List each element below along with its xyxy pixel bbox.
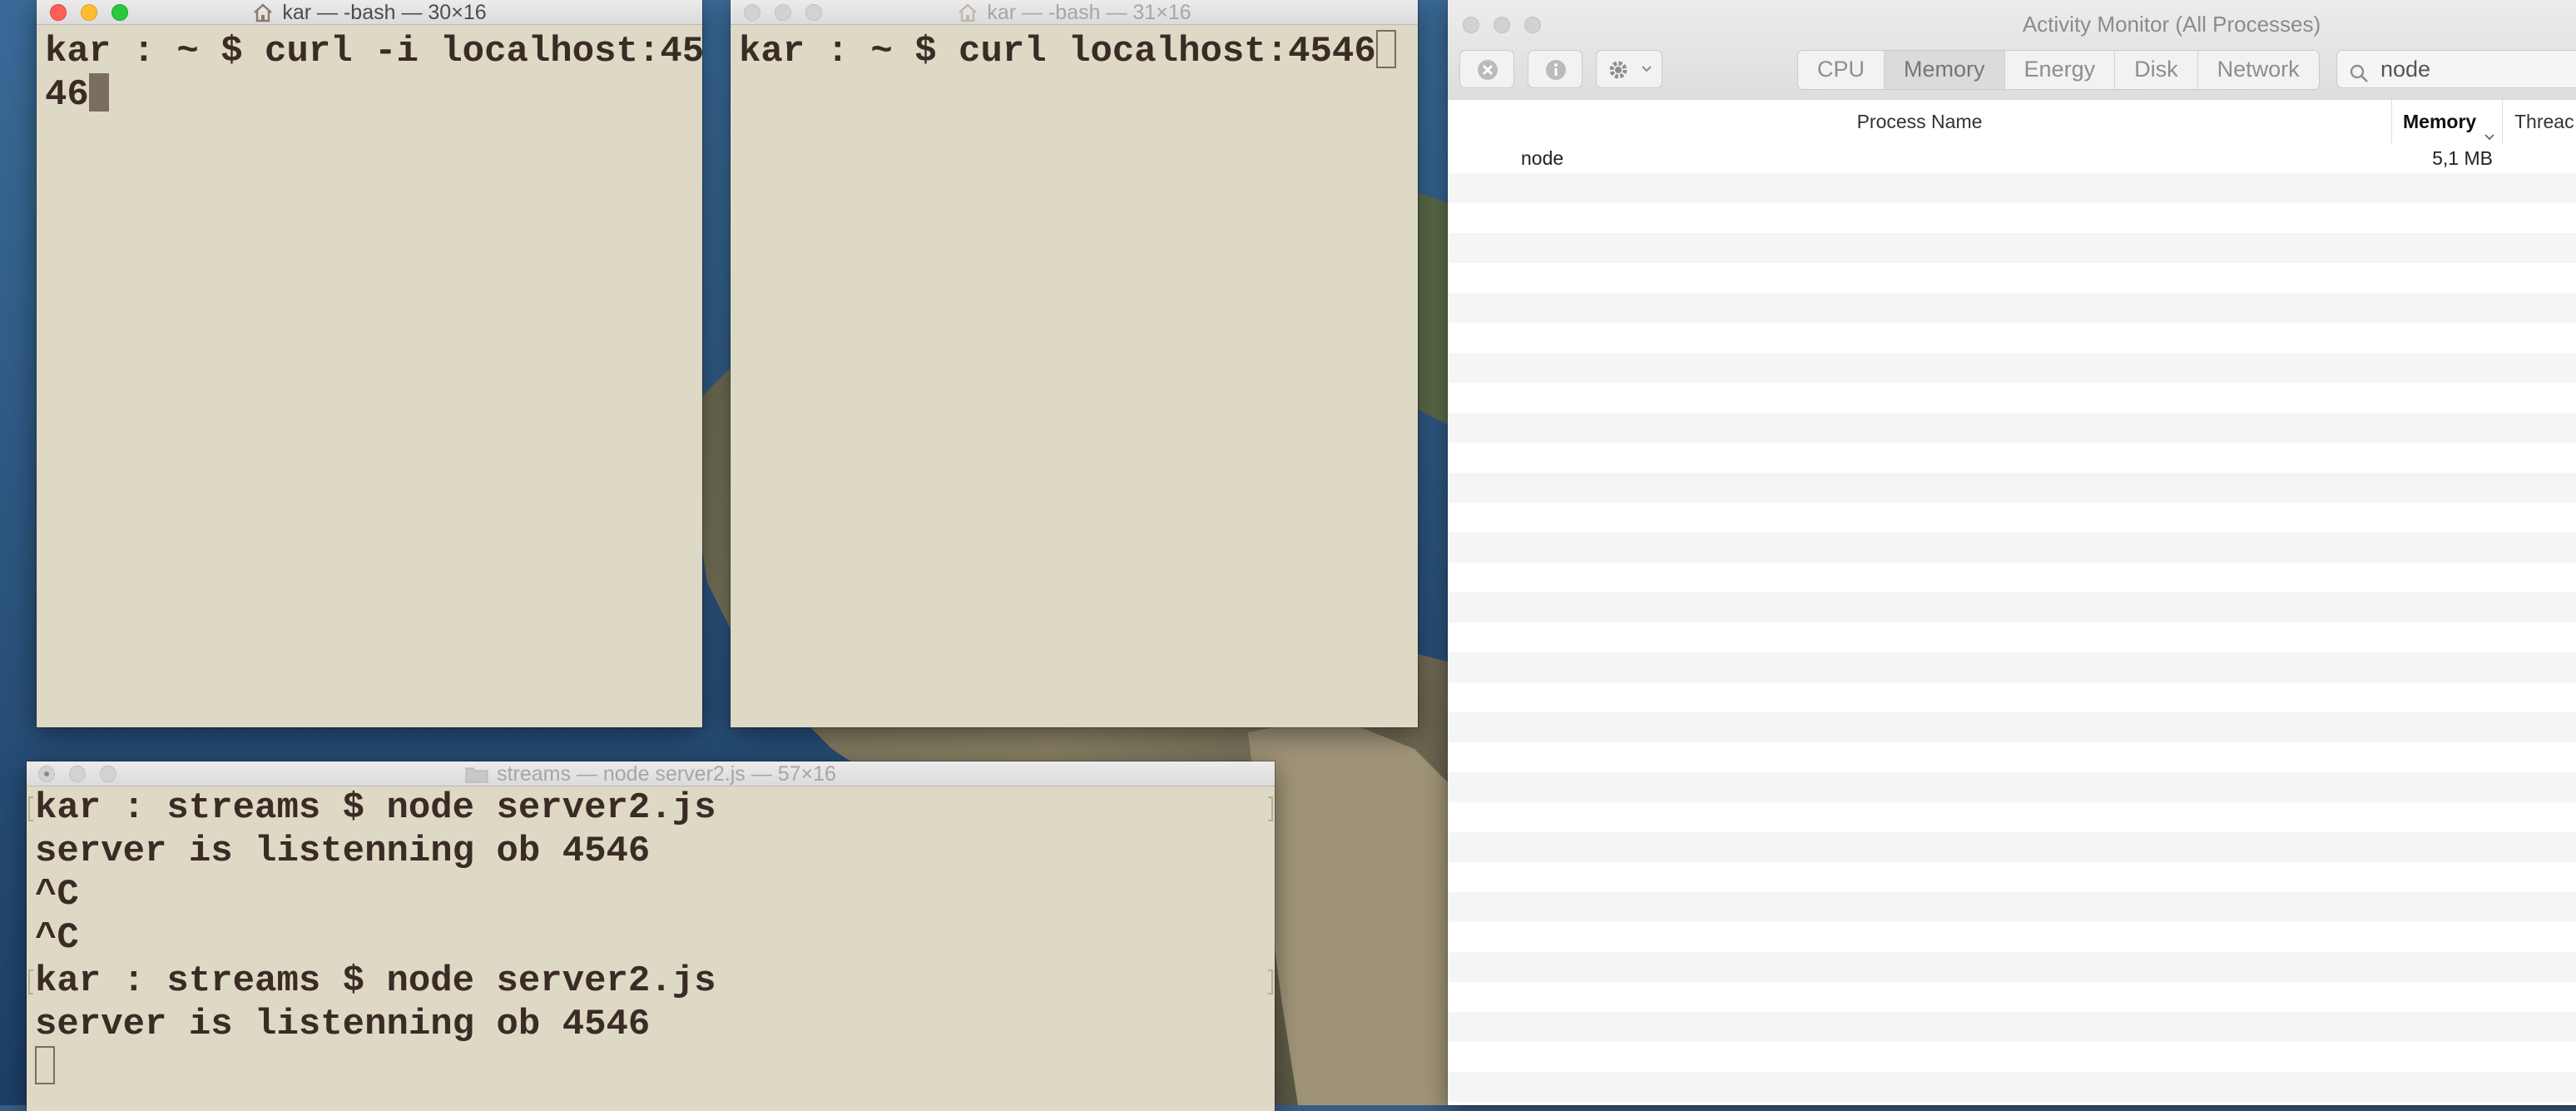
house-icon [252,2,274,22]
info-icon [1544,58,1568,86]
mark-bracket [28,796,33,821]
terminal-line: kar : streams $ node server2.js [35,960,716,1002]
text-cursor [35,1046,55,1084]
terminal-line-text: kar : ~ $ curl localhost:4546 [739,31,1376,72]
terminal-line: server is listenning ob 4546 [35,831,651,872]
tab-network[interactable]: Network [2198,51,2319,89]
mark-bracket [28,970,33,994]
terminal-window-3[interactable]: streams — node server2.js — 57×16 kar : … [27,761,1275,1111]
window-title: streams — node server2.js — 57×16 [497,762,836,786]
house-icon [957,2,978,22]
terminal-1-titlebar[interactable]: kar — -bash — 30×16 [37,0,702,25]
search-field[interactable]: node [2336,50,2576,88]
minimize-button[interactable] [1494,17,1510,33]
minimize-button[interactable] [69,766,86,782]
terminal-line: kar : streams $ node server2.js [35,787,716,829]
search-input[interactable]: node [2380,57,2430,82]
terminal-3-titlebar[interactable]: streams — node server2.js — 57×16 [27,761,1275,786]
tab-memory[interactable]: Memory [1885,51,2005,89]
terminal-line: server is listenning ob 4546 [35,1004,651,1045]
zoom-button[interactable] [111,4,128,21]
tab-cpu[interactable]: CPU [1798,51,1885,89]
terminal-line: kar : ~ $ curl -i localhost:45 [45,31,702,72]
process-table: node 5,1 MB [1448,143,2576,1105]
close-button[interactable] [50,4,67,21]
window-title: Activity Monitor (All Processes) [2022,12,2321,37]
text-cursor [1375,30,1396,68]
mark-bracket [1268,970,1273,994]
close-button[interactable] [744,4,760,21]
zoom-button[interactable] [805,4,822,21]
gear-icon [1607,58,1632,86]
zoom-button[interactable] [1524,17,1541,33]
column-threads[interactable]: Threac [2514,100,2574,143]
terminal-2-content[interactable]: kar : ~ $ curl localhost:4546 [731,25,1418,727]
terminal-window-2[interactable]: kar — -bash — 31×16 kar : ~ $ curl local… [731,0,1418,727]
table-row[interactable]: node 5,1 MB [1448,143,2576,173]
mark-bracket [1268,796,1273,821]
column-memory[interactable]: Memory [2391,100,2503,143]
process-memory: 5,1 MB [2432,147,2493,169]
minimize-button[interactable] [81,4,97,21]
search-icon [2349,59,2370,96]
stop-process-button[interactable] [1459,50,1514,88]
terminal-line [35,1046,716,1089]
zoom-button[interactable] [100,766,116,782]
process-name: node [1521,147,1564,169]
terminal-line-text: 46 [45,74,89,116]
text-cursor [88,73,109,112]
terminal-line: ^C [35,874,79,915]
tab-energy[interactable]: Energy [2005,51,2116,89]
tab-disk[interactable]: Disk [2115,51,2198,89]
activity-monitor-toolbar: Activity Monitor (All Processes) CPU Mem… [1448,0,2576,101]
terminal-window-1[interactable]: kar — -bash — 30×16 kar : ~ $ curl -i lo… [37,0,702,727]
close-button[interactable] [1463,17,1479,33]
column-process-name[interactable]: Process Name [1448,100,2392,143]
chevron-down-icon [1640,62,1653,80]
minimize-button[interactable] [775,4,791,21]
terminal-line: ^C [35,917,79,959]
terminal-2-titlebar[interactable]: kar — -bash — 31×16 [731,0,1418,25]
window-title: kar — -bash — 31×16 [987,1,1191,24]
terminal-line: 46 [45,73,702,117]
terminal-3-content[interactable]: kar : streams $ node server2.js server i… [27,786,1275,1111]
stop-process-icon [1476,58,1499,86]
action-menu-button[interactable] [1596,50,1662,88]
terminal-1-content[interactable]: kar : ~ $ curl -i localhost:45 46 [37,25,702,727]
folder-icon [465,765,488,783]
close-button[interactable] [38,766,55,782]
category-tabs: CPU Memory Energy Disk Network [1797,50,2320,90]
column-memory-label: Memory [2403,111,2477,132]
terminal-line: kar : ~ $ curl localhost:4546 [739,30,1396,73]
activity-monitor-window[interactable]: Activity Monitor (All Processes) CPU Mem… [1448,0,2576,1105]
table-header: Process Name Memory Threac [1448,100,2576,144]
window-title: kar — -bash — 30×16 [282,1,487,24]
inspect-process-button[interactable] [1528,50,1583,88]
